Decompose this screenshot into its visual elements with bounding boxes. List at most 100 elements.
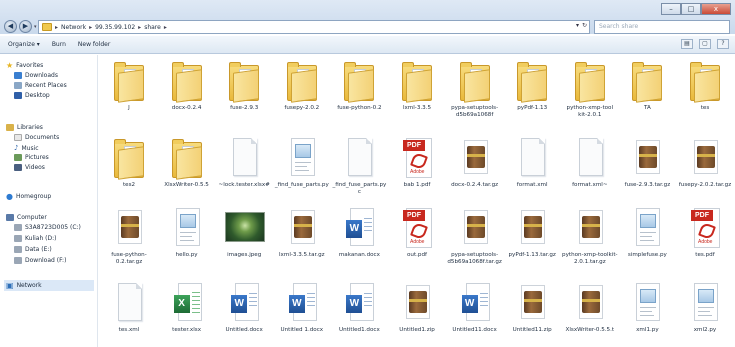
sidebar-favorites[interactable]: ★ Favorites <box>6 61 43 70</box>
sidebar-item-pictures[interactable]: Pictures <box>14 154 49 161</box>
network-icon: ▣ <box>6 281 14 290</box>
file-item[interactable]: PDF Adobe out.pdf <box>389 206 445 272</box>
file-item[interactable]: Untitled1.zip <box>389 281 445 347</box>
libraries-icon <box>6 124 14 131</box>
file-item[interactable]: lxml-3.3.5.tar.gz <box>274 206 330 272</box>
file-item[interactable]: xml2.py <box>677 281 733 347</box>
file-item[interactable]: fusepy-2.0.2 <box>274 59 330 125</box>
back-button[interactable]: ◀ <box>4 20 17 33</box>
navigation-pane: ★ Favorites Downloads Recent Places Desk… <box>0 55 98 347</box>
sidebar-item-videos[interactable]: Videos <box>14 164 45 171</box>
sidebar-item-music[interactable]: ♪ Music <box>14 144 39 152</box>
file-item[interactable]: tes <box>677 59 733 125</box>
sidebar-item-downloads[interactable]: Downloads <box>14 72 58 79</box>
sidebar-libraries[interactable]: Libraries <box>6 124 43 131</box>
address-actions: ▾ ↻ <box>576 22 587 29</box>
breadcrumb-network[interactable]: Network <box>61 24 86 31</box>
file-item[interactable]: format.xml <box>504 136 560 202</box>
file-item[interactable]: W Untitled11.docx <box>447 281 503 347</box>
file-item[interactable]: xml1.py <box>619 281 675 347</box>
file-item[interactable]: docx-0.2.4.tar.gz <box>447 136 503 202</box>
file-item[interactable]: tes2 <box>101 136 157 202</box>
sidebar-item-documents[interactable]: Documents <box>14 134 59 141</box>
file-item[interactable]: fuse-python-0.2.tar.gz <box>101 206 157 272</box>
file-item[interactable]: PDF Adobe tes.pdf <box>677 206 733 272</box>
sidebar-computer[interactable]: Computer <box>6 214 47 221</box>
document-icon <box>110 281 148 325</box>
drive-icon <box>14 257 22 264</box>
file-item[interactable]: J <box>101 59 157 125</box>
address-dropdown-icon[interactable]: ▾ <box>576 22 579 29</box>
forward-button[interactable]: ▶ <box>19 20 32 33</box>
file-item[interactable]: _find_fuse_parts.py <box>274 136 330 202</box>
sidebar-item-drive-f[interactable]: Download (F:) <box>14 257 66 264</box>
file-item[interactable]: ~lock.tester.xlsx# <box>216 136 272 202</box>
file-item[interactable]: TA <box>619 59 675 125</box>
file-name: Untitled1.zip <box>399 327 435 333</box>
file-item[interactable]: python-xmp-tool kit-2.0.1 <box>562 59 618 125</box>
sidebar-label: Favorites <box>16 62 44 69</box>
chevron-right-icon[interactable]: ▸ <box>164 24 167 31</box>
file-item[interactable]: Untitled11.zip <box>504 281 560 347</box>
pdf-icon: PDF Adobe <box>398 206 436 250</box>
search-input[interactable]: Search share <box>594 20 730 34</box>
file-item[interactable]: pypa-setuptools-d5b69a1068f <box>447 59 503 125</box>
burn-button[interactable]: Burn <box>52 41 66 48</box>
file-item[interactable]: W Untitled1.docx <box>331 281 387 347</box>
file-name: TA <box>643 105 651 111</box>
maximize-button[interactable]: □ <box>681 3 701 15</box>
file-item[interactable]: W Untitled 1.docx <box>274 281 330 347</box>
file-item[interactable]: simplefuse.py <box>619 206 675 272</box>
file-item[interactable]: pypa-setuptools-d5b69a1068f.tar.gz <box>447 206 503 272</box>
file-item[interactable]: lxml-3.3.5 <box>389 59 445 125</box>
chevron-right-icon[interactable]: ▸ <box>89 24 92 31</box>
minimize-button[interactable]: – <box>661 3 681 15</box>
file-item[interactable]: python-xmp-toolkit-2.0.1.tar.gz <box>562 206 618 272</box>
sidebar-item-recent-places[interactable]: Recent Places <box>14 82 67 89</box>
sidebar-label: Music <box>21 144 39 152</box>
file-item[interactable]: Wmakanan.docx <box>331 206 387 272</box>
sidebar-item-drive-d[interactable]: Kuliah (D:) <box>14 235 56 242</box>
sidebar-item-drive-e[interactable]: Data (E:) <box>14 246 52 253</box>
file-name: bab 1.pdf <box>403 182 431 188</box>
breadcrumb-host[interactable]: 99.35.99.102 <box>95 24 135 31</box>
file-name: XlsxWriter-0.5.5 <box>164 182 209 188</box>
chevron-right-icon[interactable]: ▸ <box>138 24 141 31</box>
sidebar-network[interactable]: ▣ Network <box>4 280 94 291</box>
file-item[interactable]: pyPdf-1.13.tar.gz <box>504 206 560 272</box>
sidebar-homegroup[interactable]: ● Homegroup <box>6 192 51 201</box>
chevron-right-icon[interactable]: ▸ <box>55 24 58 31</box>
breadcrumb-share[interactable]: share <box>144 24 161 31</box>
file-item[interactable]: PDF Adobe bab 1.pdf <box>389 136 445 202</box>
file-item[interactable]: XlsxWriter-0.5.5 <box>159 136 215 202</box>
file-item[interactable]: hello.py <box>159 206 215 272</box>
file-item[interactable]: fusepy-2.0.2.tar.gz <box>677 136 733 202</box>
file-item[interactable]: Xtester.xlsx <box>159 281 215 347</box>
sidebar-item-drive-c[interactable]: S3A8723D005 (C:) <box>14 224 81 231</box>
folder-icon <box>628 59 666 103</box>
address-bar[interactable]: ▸ Network ▸ 99.35.99.102 ▸ share ▸ ▾ ↻ <box>38 20 590 34</box>
file-item[interactable]: tes.xml <box>101 281 157 347</box>
file-item[interactable]: fuse-python-0.2 <box>331 59 387 125</box>
python-file-icon <box>628 206 666 250</box>
file-item[interactable]: fuse-2.9.3 <box>216 59 272 125</box>
file-item[interactable]: W Untitled.docx <box>216 281 272 347</box>
excel-icon: X <box>168 281 206 325</box>
change-view-icon[interactable]: ▤ <box>681 39 693 49</box>
file-item[interactable]: _find_fuse_parts.pyc <box>331 136 387 202</box>
file-item[interactable]: images.jpeg <box>216 206 272 272</box>
help-icon[interactable]: ? <box>717 39 729 49</box>
file-item[interactable]: XlsxWriter-0.5.5.t <box>562 281 618 347</box>
organize-button[interactable]: Organize ▾ <box>8 41 40 48</box>
recent-pages-dropdown-icon[interactable]: ▾ <box>34 24 37 30</box>
file-item[interactable]: docx-0.2.4 <box>159 59 215 125</box>
file-item[interactable]: fuse-2.9.3.tar.gz <box>619 136 675 202</box>
file-item[interactable]: format.xml~ <box>562 136 618 202</box>
close-button[interactable]: x <box>701 3 731 15</box>
sidebar-item-desktop[interactable]: Desktop <box>14 92 50 99</box>
file-item[interactable]: pyPdf-1.13 <box>504 59 560 125</box>
preview-pane-icon[interactable]: ▢ <box>699 39 711 49</box>
downloads-icon <box>14 72 22 79</box>
new-folder-button[interactable]: New folder <box>78 41 110 48</box>
refresh-icon[interactable]: ↻ <box>582 22 587 29</box>
